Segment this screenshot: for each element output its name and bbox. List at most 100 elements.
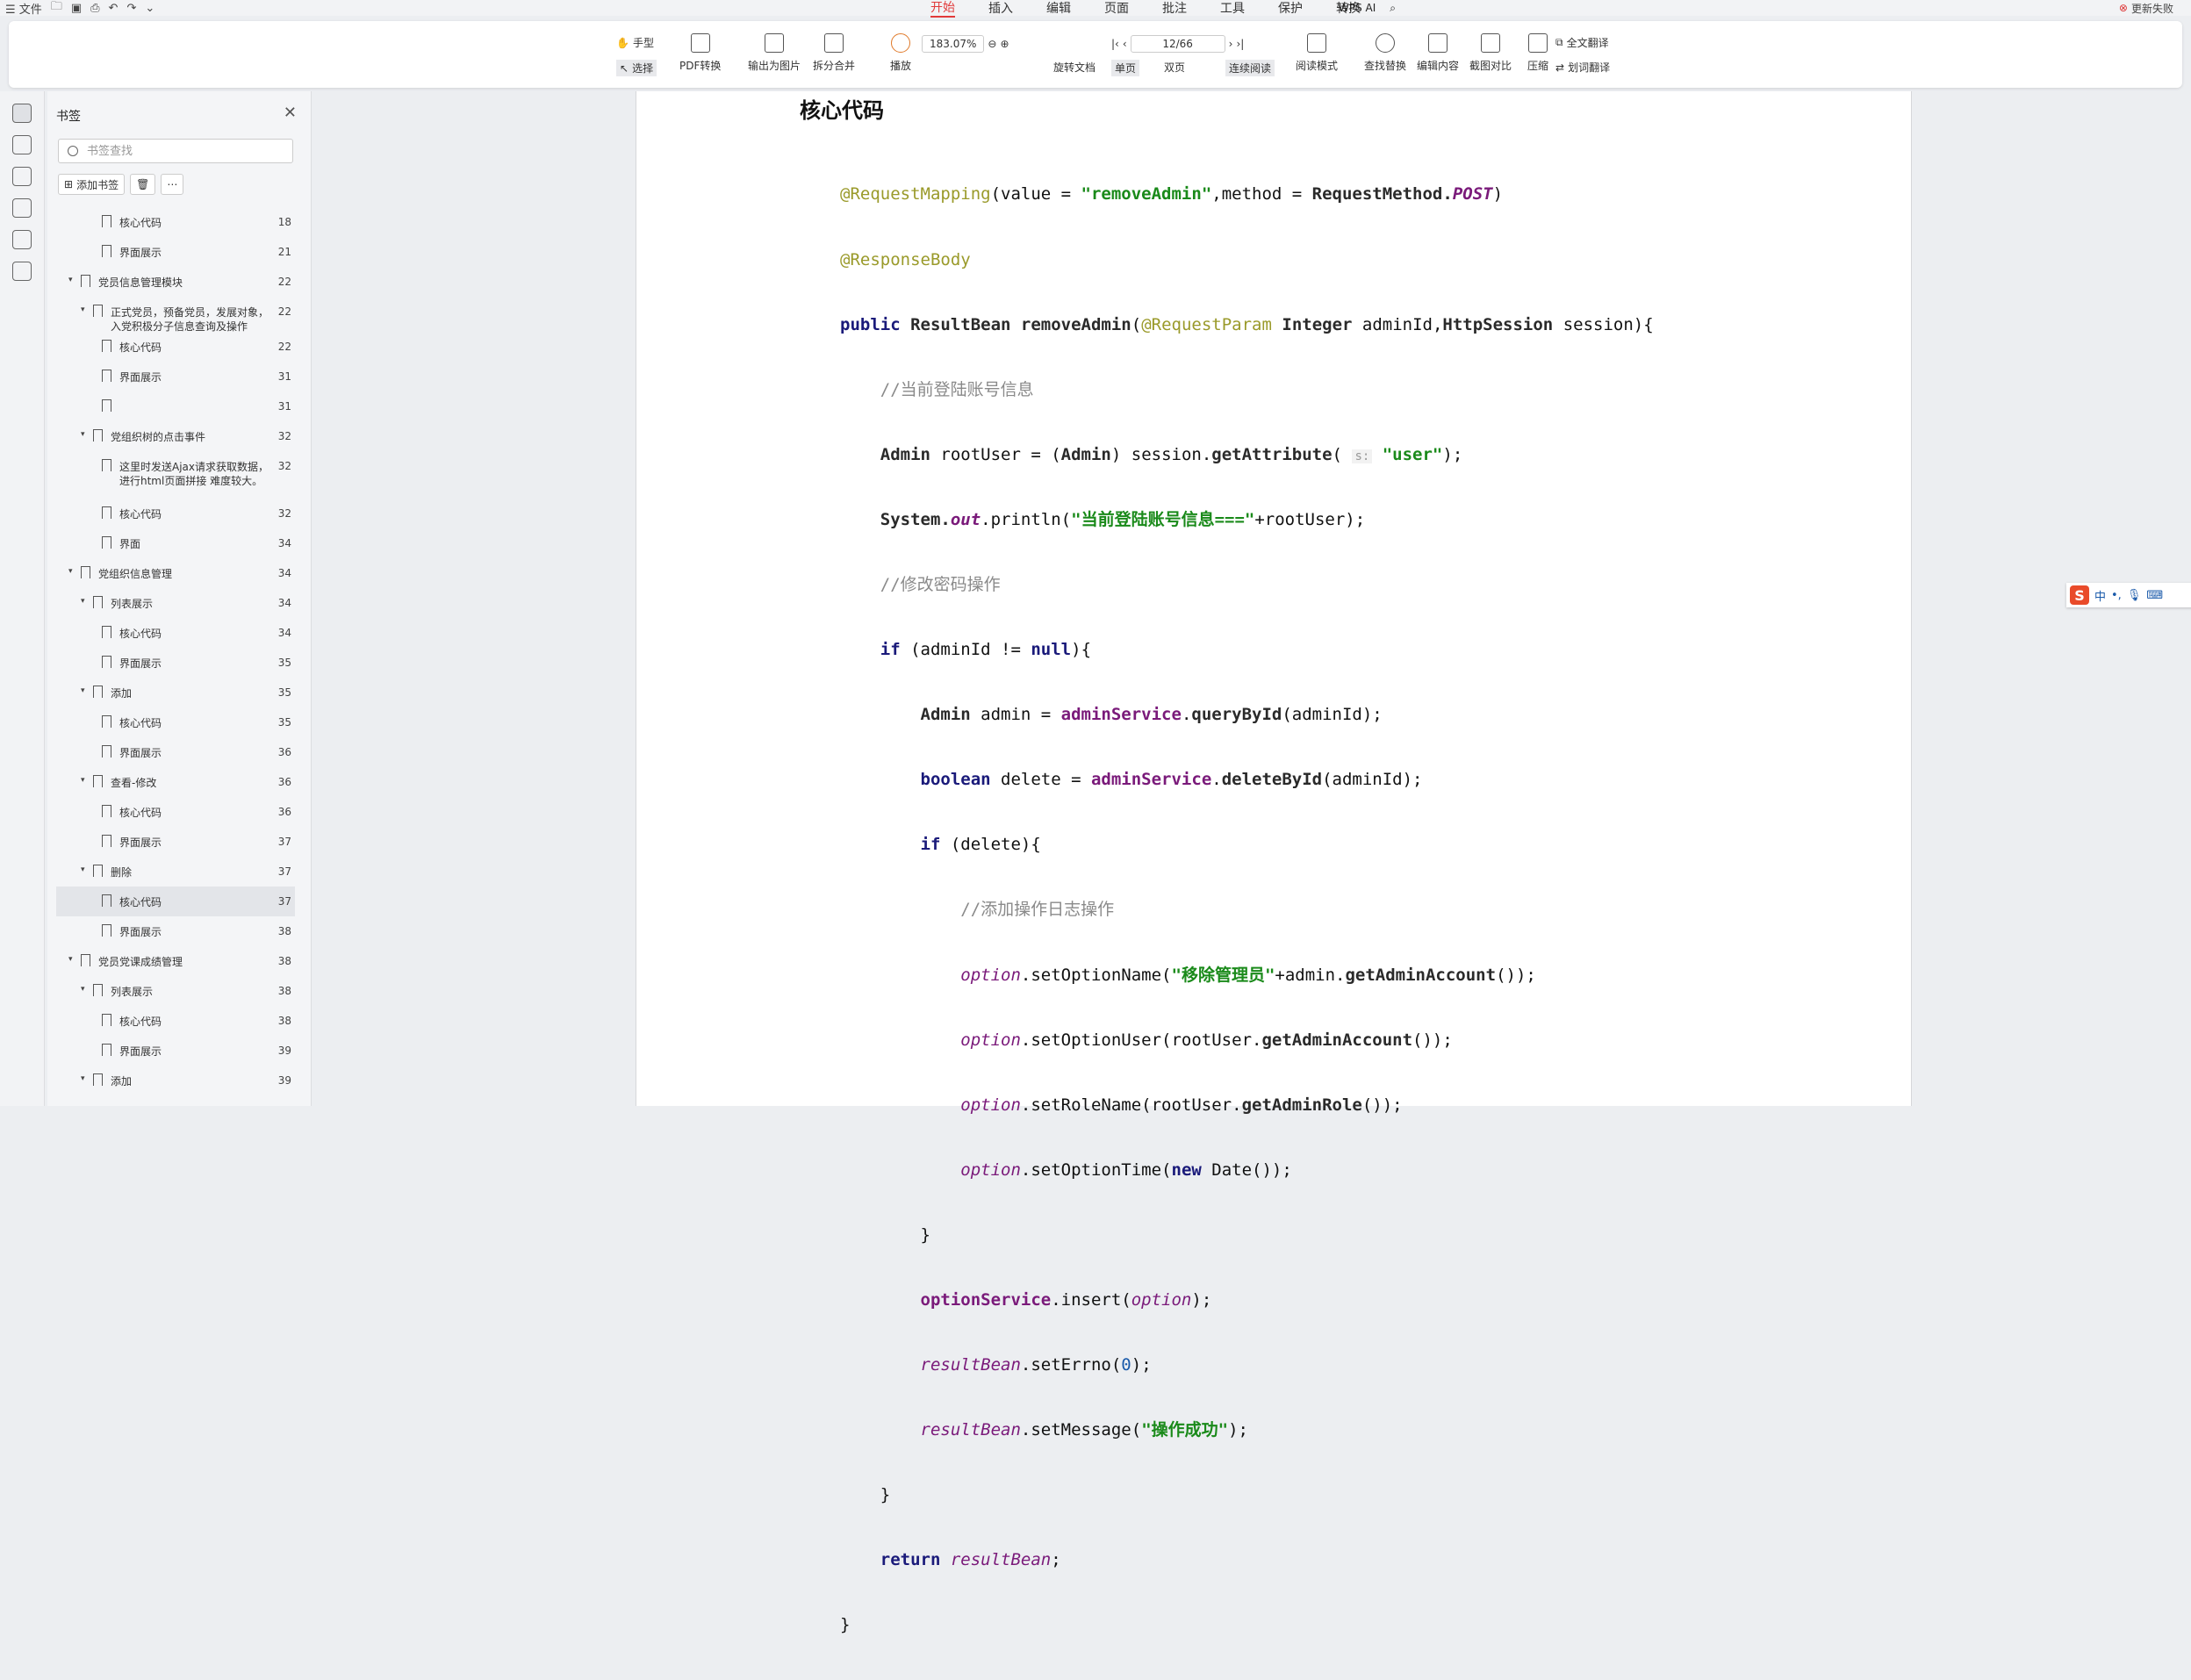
keyboard-icon[interactable]: ⌨ bbox=[2146, 589, 2163, 602]
word-translate-button[interactable]: ⇄ 划词翻译 bbox=[1555, 60, 1610, 75]
play-button[interactable]: 播放 bbox=[890, 33, 911, 73]
zoom-value[interactable]: 183.07% bbox=[922, 35, 985, 53]
continuous-read-button[interactable]: 连续阅读 bbox=[1225, 60, 1275, 76]
expand-toggle-icon[interactable]: ▾ bbox=[81, 1074, 85, 1083]
redo-icon[interactable]: ↷ bbox=[126, 2, 136, 15]
hand-tool[interactable]: ✋ 手型 bbox=[616, 35, 654, 50]
bookmark-item[interactable]: 界面展示 31 bbox=[56, 362, 295, 391]
double-page-button[interactable]: 双页 bbox=[1164, 60, 1185, 75]
edit-content-button[interactable]: 编辑内容 bbox=[1417, 33, 1459, 73]
bookmark-icon[interactable] bbox=[12, 104, 32, 123]
select-tool[interactable]: ↖ 选择 bbox=[616, 60, 657, 76]
save-icon[interactable]: ▣ bbox=[71, 2, 82, 15]
screenshot-compare-button[interactable]: 截图对比 bbox=[1469, 33, 1512, 73]
bookmark-item[interactable]: ▾ 查看-修改 36 bbox=[56, 767, 295, 797]
bookmark-item[interactable]: 31 bbox=[56, 391, 295, 421]
find-replace-button[interactable]: 查找替换 bbox=[1364, 33, 1406, 73]
bookmark-item[interactable]: 界面展示 35 bbox=[56, 648, 295, 678]
bookmark-item[interactable]: 界面展示 36 bbox=[56, 737, 295, 767]
bookmark-item[interactable]: 核心代码 32 bbox=[56, 499, 295, 528]
zoom-out-icon[interactable]: ⊖ bbox=[988, 38, 996, 50]
comment-icon[interactable] bbox=[12, 167, 32, 186]
close-icon[interactable]: ✕ bbox=[284, 104, 297, 122]
chevron-down-icon[interactable]: ⌄ bbox=[145, 2, 154, 15]
more-button[interactable]: ⋯ bbox=[161, 174, 184, 195]
expand-toggle-icon[interactable]: ▾ bbox=[81, 305, 85, 314]
print-icon[interactable]: ⎙ bbox=[90, 2, 99, 15]
bookmark-item[interactable]: 核心代码 36 bbox=[56, 797, 295, 827]
expand-toggle-icon[interactable]: ▾ bbox=[68, 955, 73, 964]
expand-toggle-icon[interactable]: ▾ bbox=[81, 686, 85, 695]
prev-page-icon[interactable]: ‹ bbox=[1123, 38, 1127, 50]
ime-mode-label[interactable]: 中 bbox=[2094, 587, 2106, 604]
bookmark-item[interactable]: ▾ 添加 39 bbox=[56, 1066, 295, 1095]
split-merge-button[interactable]: 拆分合并 bbox=[813, 33, 855, 73]
bookmark-search-input[interactable]: 书签查找 bbox=[58, 139, 293, 163]
bookmark-item[interactable]: ▾ 党组织信息管理 34 bbox=[56, 558, 295, 588]
full-translate-button[interactable]: ⧉ 全文翻译 bbox=[1555, 35, 1609, 50]
update-failed-label[interactable]: 更新失败 bbox=[2131, 1, 2173, 16]
rotate-button[interactable]: 旋转文档 bbox=[1053, 60, 1096, 75]
bookmark-item[interactable]: 这里时发送Ajax请求获取数据，进行html页面拼接 难度较大。 32 bbox=[56, 451, 295, 499]
menu-tab[interactable]: 页面 bbox=[1104, 0, 1129, 17]
bookmark-item[interactable]: 界面展示 21 bbox=[56, 237, 295, 267]
bookmark-item[interactable]: ▾ 添加 35 bbox=[56, 678, 295, 707]
bookmark-item[interactable]: ▾ 正式党员，预备党员，发展对象，入党积极分子信息查询及操作 22 bbox=[56, 297, 295, 333]
delete-bookmark-button[interactable]: 🗑 bbox=[130, 174, 156, 195]
bookmark-item[interactable]: ▾ 列表展示 38 bbox=[56, 976, 295, 1006]
bookmark-item[interactable]: ▾ 党员信息管理模块 22 bbox=[56, 267, 295, 297]
bookmark-item[interactable]: 核心代码 35 bbox=[56, 707, 295, 737]
thumbnail-icon[interactable] bbox=[12, 135, 32, 154]
file-menu[interactable]: ☰ 文件 bbox=[5, 0, 42, 17]
bookmark-item[interactable]: ▾ 党组织树的点击事件 32 bbox=[56, 421, 295, 451]
menu-tab[interactable]: 工具 bbox=[1220, 0, 1245, 17]
bookmark-item[interactable]: 核心代码 34 bbox=[56, 618, 295, 648]
pdf-convert-button[interactable]: PDF转换 bbox=[679, 33, 721, 73]
expand-toggle-icon[interactable]: ▾ bbox=[81, 865, 85, 874]
open-icon[interactable]: 🗀 bbox=[51, 0, 62, 18]
expand-toggle-icon[interactable]: ▾ bbox=[81, 597, 85, 606]
bookmark-item[interactable]: 界面展示 38 bbox=[56, 916, 295, 946]
tag-icon[interactable] bbox=[12, 198, 32, 218]
compress-button[interactable]: 压缩 bbox=[1527, 33, 1548, 73]
next-page-icon[interactable]: › bbox=[1229, 38, 1233, 50]
export-image-button[interactable]: 输出为图片 bbox=[748, 33, 801, 73]
bookmark-item[interactable]: ▾ 党员党课成绩管理 38 bbox=[56, 946, 295, 976]
bookmark-item[interactable]: 核心代码 38 bbox=[56, 1006, 295, 1036]
bookmark-item[interactable]: 界面展示 37 bbox=[56, 827, 295, 857]
expand-toggle-icon[interactable]: ▾ bbox=[81, 430, 85, 439]
search-icon[interactable]: ⌕ bbox=[1390, 2, 1396, 15]
menu-tab[interactable]: 插入 bbox=[988, 0, 1013, 17]
zoom-in-icon[interactable]: ⊕ bbox=[1000, 38, 1009, 50]
zoom-select[interactable]: 183.07% ⊖ ⊕ bbox=[922, 35, 1009, 53]
bookmark-label: 核心代码 bbox=[119, 217, 162, 229]
bookmark-item[interactable]: 界面展示 39 bbox=[56, 1036, 295, 1066]
bookmark-item[interactable]: ▾ 列表展示 34 bbox=[56, 588, 295, 618]
ime-toolbar[interactable]: S 中 •, 🎙 ⌨ bbox=[2066, 583, 2191, 607]
bookmark-item[interactable]: 核心代码 37 bbox=[56, 887, 295, 916]
menu-tab[interactable]: 开始 bbox=[930, 0, 955, 18]
expand-toggle-icon[interactable]: ▾ bbox=[68, 567, 73, 576]
bookmark-item[interactable]: ▾ 删除 37 bbox=[56, 857, 295, 887]
bookmark-item[interactable]: 界面 34 bbox=[56, 528, 295, 558]
menu-tab[interactable]: 批注 bbox=[1162, 0, 1187, 17]
add-bookmark-button[interactable]: ⊞ 添加书签 bbox=[58, 174, 126, 195]
last-page-icon[interactable]: ›| bbox=[1236, 38, 1244, 50]
expand-toggle-icon[interactable]: ▾ bbox=[81, 776, 85, 785]
page-input[interactable]: 12/66 bbox=[1130, 35, 1225, 53]
read-mode-button[interactable]: 阅读模式 bbox=[1296, 33, 1338, 73]
wps-ai-button[interactable]: WPS AI bbox=[1339, 2, 1376, 14]
layers-icon[interactable] bbox=[12, 262, 32, 281]
single-page-button[interactable]: 单页 bbox=[1111, 60, 1140, 76]
menu-tab[interactable]: 编辑 bbox=[1046, 0, 1071, 17]
sign-icon[interactable] bbox=[12, 230, 32, 249]
bookmark-item[interactable]: 核心代码 22 bbox=[56, 332, 295, 362]
punctuation-icon[interactable]: •, bbox=[2111, 589, 2122, 602]
menu-tab[interactable]: 保护 bbox=[1278, 0, 1303, 17]
undo-icon[interactable]: ↶ bbox=[109, 2, 119, 15]
microphone-icon[interactable]: 🎙 bbox=[2127, 589, 2142, 602]
expand-toggle-icon[interactable]: ▾ bbox=[81, 985, 85, 994]
bookmark-item[interactable]: 核心代码 18 bbox=[56, 207, 295, 237]
expand-toggle-icon[interactable]: ▾ bbox=[68, 276, 73, 284]
first-page-icon[interactable]: |‹ bbox=[1111, 38, 1119, 50]
